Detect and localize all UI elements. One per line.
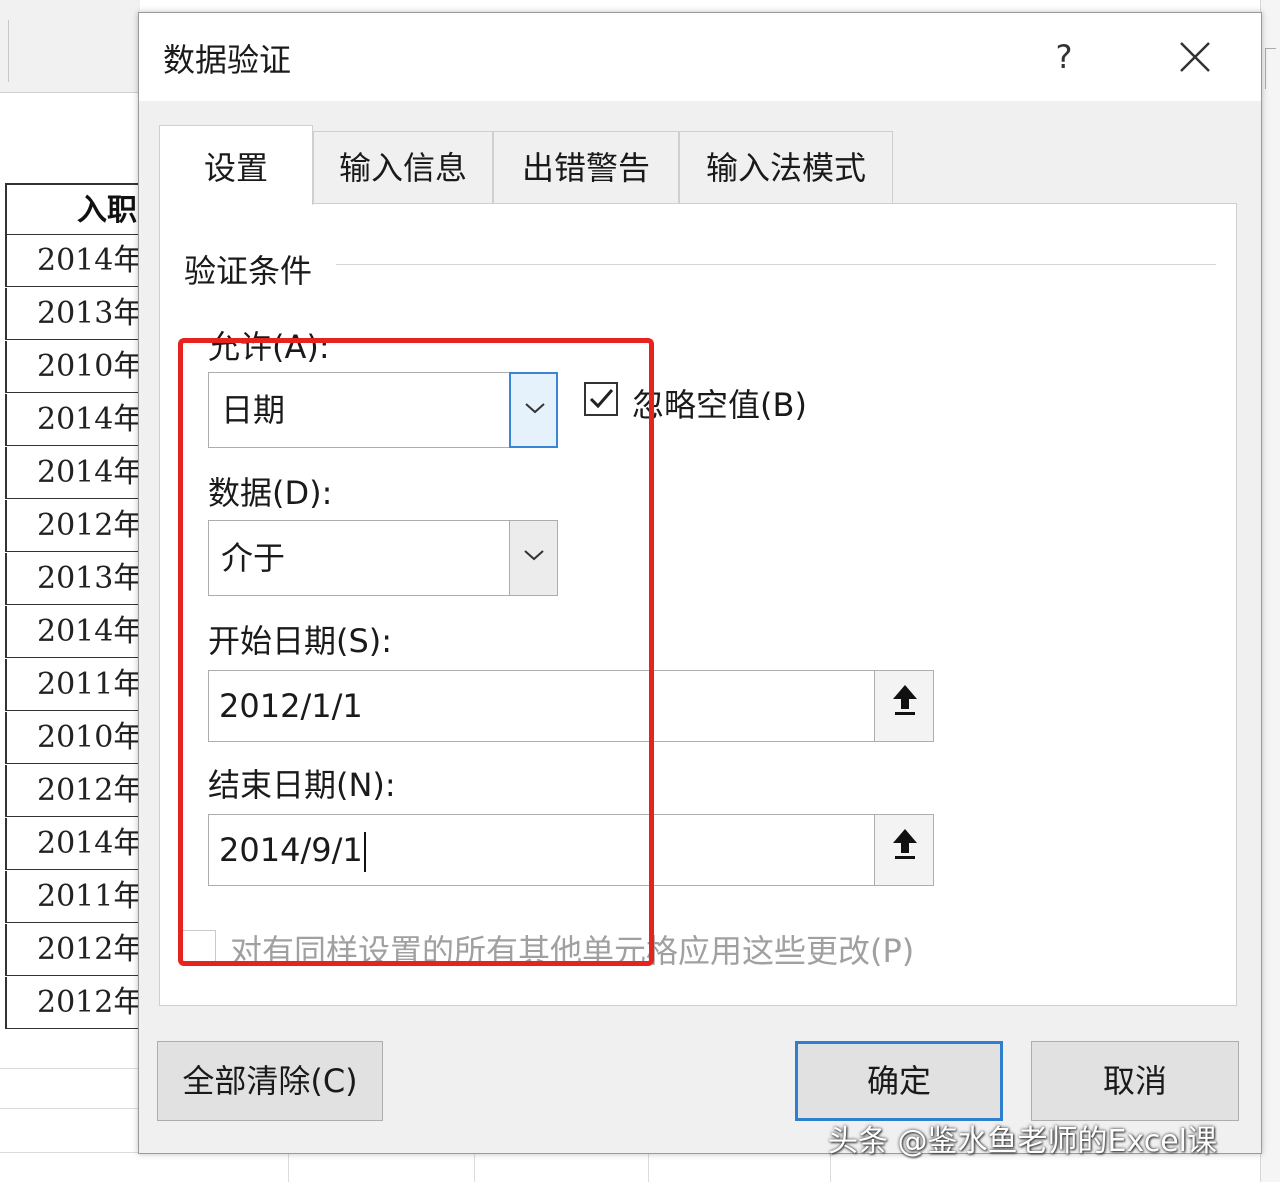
cancel-button[interactable]: 取消 xyxy=(1031,1041,1239,1121)
apply-all-label[interactable]: 对有同样设置的所有其他单元格应用这些更改(P) xyxy=(230,926,914,972)
end-date-ref-button[interactable] xyxy=(874,814,934,886)
start-date-value: 2012/1/1 xyxy=(219,687,363,725)
allow-select[interactable]: 日期 xyxy=(208,372,558,448)
allow-label: 允许(A): xyxy=(208,328,330,366)
clear-all-button[interactable]: 全部清除(C) xyxy=(157,1041,383,1121)
table-cell[interactable]: 2010年 xyxy=(5,712,140,764)
tab-input-message[interactable]: 输入信息 xyxy=(313,131,493,203)
grid-line xyxy=(0,1108,140,1109)
grid-line xyxy=(288,1150,289,1182)
table-cell[interactable]: 2012年 xyxy=(5,500,140,552)
allow-select-value: 日期 xyxy=(221,391,286,429)
chevron-down-icon xyxy=(525,403,545,414)
end-date-field[interactable]: 2014/9/1 xyxy=(208,814,934,886)
data-label: 数据(D): xyxy=(208,474,333,512)
table-cell[interactable]: 2014年 xyxy=(5,818,140,870)
settings-panel: 验证条件 允许(A): 日期 忽略空值(B) 数据(D): 介于 开始日期(S)… xyxy=(159,203,1237,1006)
tab-ime-mode[interactable]: 输入法模式 xyxy=(679,131,893,203)
table-cell[interactable]: 2014年 xyxy=(5,394,140,446)
table-cell[interactable]: 2014年 xyxy=(5,447,140,499)
table-cell[interactable]: 2012年 xyxy=(5,765,140,817)
data-dropdown-button[interactable] xyxy=(509,521,557,595)
data-select[interactable]: 介于 xyxy=(208,520,558,596)
column-header-cell[interactable]: 入职 xyxy=(5,183,140,235)
window-edge xyxy=(1260,0,1280,1182)
start-date-ref-button[interactable] xyxy=(874,670,934,742)
close-button[interactable] xyxy=(1169,31,1221,83)
tab-error-alert[interactable]: 出错警告 xyxy=(493,131,679,203)
upload-arrow-icon xyxy=(893,829,917,859)
spreadsheet-background: 入职 2014年 2013年 2010年 2014年 2014年 2012年 2… xyxy=(0,0,140,1182)
sheet-toolbar-strip xyxy=(0,0,140,93)
group-divider xyxy=(336,264,1216,265)
data-select-value: 介于 xyxy=(221,539,286,577)
table-cell[interactable]: 2013年 xyxy=(5,288,140,340)
table-cell[interactable]: 2014年 xyxy=(5,235,140,287)
end-date-text: 2014/9/1 xyxy=(219,831,363,869)
end-date-value: 2014/9/1 xyxy=(219,815,366,885)
table-cell[interactable]: 2012年 xyxy=(5,977,140,1029)
close-icon xyxy=(1180,42,1210,72)
start-date-field[interactable]: 2012/1/1 xyxy=(208,670,934,742)
ok-button[interactable]: 确定 xyxy=(795,1041,1003,1121)
upload-arrow-icon xyxy=(893,685,917,715)
dialog-titlebar: 数据验证 ? xyxy=(139,13,1261,101)
start-date-label: 开始日期(S): xyxy=(208,622,393,660)
watermark-text: 头条 @鉴水鱼老师的Excel课 xyxy=(828,1124,1218,1159)
grid-line xyxy=(474,1150,475,1182)
tab-settings[interactable]: 设置 xyxy=(159,125,313,205)
data-validation-dialog: 数据验证 ? 设置 输入信息 出错警告 输入法模式 验证条件 允许(A): 日期… xyxy=(138,12,1262,1154)
chevron-down-icon xyxy=(524,550,544,561)
table-cell[interactable]: 2013年 xyxy=(5,553,140,605)
help-button[interactable]: ? xyxy=(1044,35,1084,79)
ignore-blank-label[interactable]: 忽略空值(B) xyxy=(632,380,807,426)
grid-line xyxy=(648,1150,649,1182)
table-cell[interactable]: 2012年 xyxy=(5,924,140,976)
table-cell[interactable]: 2010年 xyxy=(5,341,140,393)
text-caret xyxy=(363,832,366,872)
table-cell[interactable]: 2014年 xyxy=(5,606,140,658)
group-title-validation-criteria: 验证条件 xyxy=(184,246,325,292)
apply-all-checkbox[interactable] xyxy=(182,930,216,964)
end-date-label: 结束日期(N): xyxy=(208,766,396,804)
table-cell[interactable]: 2011年 xyxy=(5,659,140,711)
allow-dropdown-button[interactable] xyxy=(509,372,558,448)
table-cell[interactable]: 2011年 xyxy=(5,871,140,923)
checkmark-icon xyxy=(589,389,614,409)
grid-line xyxy=(0,1068,140,1069)
dialog-title: 数据验证 xyxy=(163,41,292,79)
ignore-blank-checkbox[interactable] xyxy=(584,382,618,416)
